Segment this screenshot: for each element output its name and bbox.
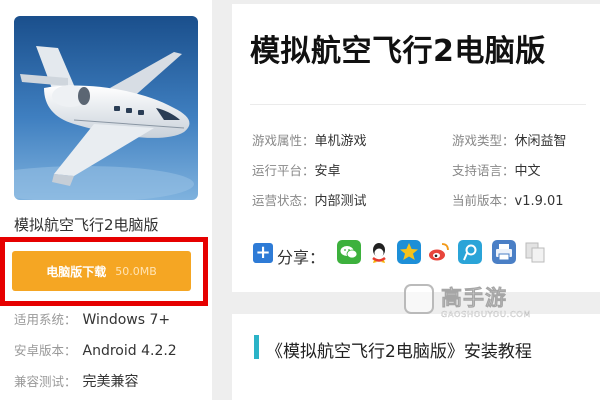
watermark-main-text: 高手游 [441, 286, 507, 311]
system-row: 适用系统： Windows 7+ [14, 309, 170, 328]
qzone-icon[interactable] [397, 240, 421, 264]
android-version-row: 安卓版本： Android 4.2.2 [14, 340, 177, 359]
game-cover-image[interactable] [14, 16, 198, 200]
attr-key: 支持语言： [452, 163, 515, 178]
page-title: 模拟航空飞行2电脑版 [250, 34, 546, 69]
share-label: 分享： [277, 248, 326, 267]
download-button-label: 电脑版下载 [46, 264, 107, 279]
tencent-weibo-icon[interactable] [458, 240, 482, 264]
attr-value: v1.9.01 [514, 194, 564, 209]
attr-value: 中文 [514, 164, 541, 179]
attr-key: 运营状态： [252, 193, 315, 208]
title-divider [250, 104, 586, 105]
site-watermark: 高手游 GAOSHOUYOU.COM [404, 282, 531, 324]
attr-value: 安卓 [314, 164, 341, 179]
copy-icon[interactable] [523, 240, 547, 264]
attr-key: 游戏属性： [252, 133, 315, 148]
attr-language: 支持语言：中文 [452, 160, 541, 179]
attr-key: 运行平台： [252, 163, 315, 178]
attr-value: 单机游戏 [314, 134, 367, 149]
compat-test-row: 兼容测试： 完美兼容 [14, 371, 139, 391]
gaoshouyou-logo-icon [404, 284, 434, 314]
jet-airplane-icon [14, 16, 198, 200]
compat-test-key: 兼容测试： [14, 374, 77, 389]
attr-platform: 运行平台：安卓 [252, 160, 341, 179]
download-size-label: 50.0MB [115, 264, 157, 278]
game-name-label: 模拟航空飞行2电脑版 [14, 216, 159, 234]
compat-test-value: 完美兼容 [82, 374, 139, 390]
android-version-key: 安卓版本： [14, 343, 77, 358]
attr-key: 当前版本： [452, 193, 515, 208]
watermark-sub-text: GAOSHOUYOU.COM [441, 310, 532, 319]
attr-version: 当前版本：v1.9.01 [452, 190, 564, 209]
attr-value: 休闲益智 [514, 134, 567, 149]
share-plus-icon[interactable]: + [253, 243, 273, 263]
qq-icon[interactable] [367, 240, 391, 264]
guide-accent-bar [254, 335, 259, 359]
wechat-icon[interactable] [337, 240, 361, 264]
weibo-icon[interactable] [427, 240, 451, 264]
android-version-value: Android 4.2.2 [82, 343, 177, 359]
attr-value: 内部测试 [314, 194, 367, 209]
attr-key: 游戏类型： [452, 133, 515, 148]
system-row-key: 适用系统： [14, 312, 77, 327]
attr-game-type: 游戏类型：休闲益智 [452, 130, 567, 149]
pc-download-button[interactable]: 电脑版下载 50.0MB [12, 251, 191, 291]
attr-game-property: 游戏属性：单机游戏 [252, 130, 367, 149]
system-row-value: Windows 7+ [82, 312, 171, 328]
print-icon[interactable] [492, 240, 516, 264]
install-guide-title[interactable]: 《模拟航空飞行2电脑版》安装教程 [266, 337, 532, 362]
attr-status: 运营状态：内部测试 [252, 190, 367, 209]
